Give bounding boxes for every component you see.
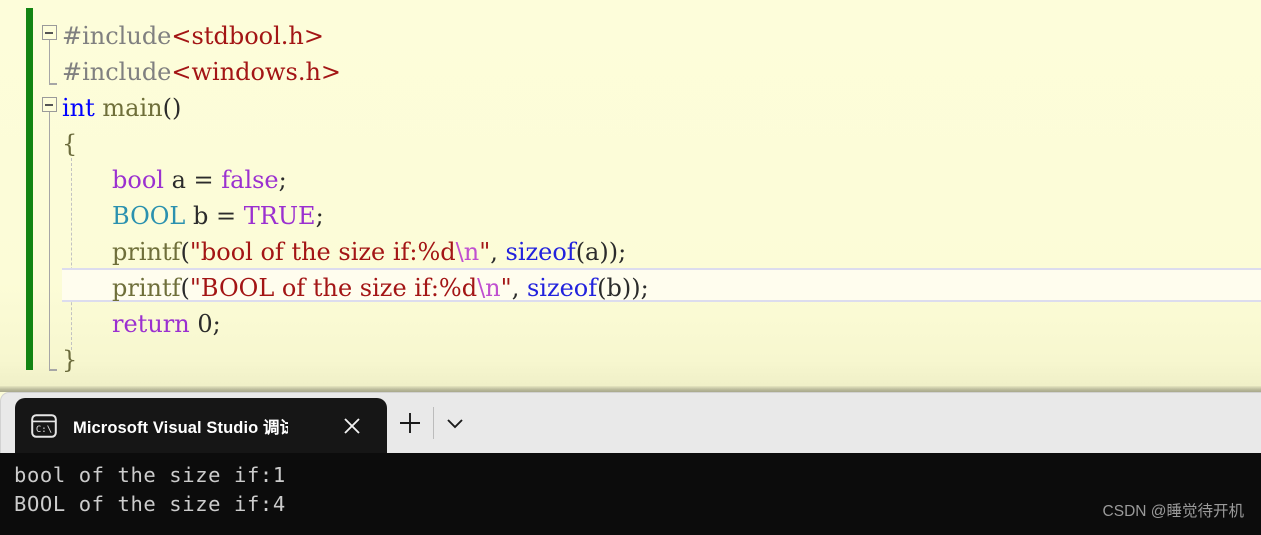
code-token: <stdbool.h> [171, 22, 324, 50]
code-token: \n [455, 238, 480, 266]
code-token: } [62, 346, 78, 374]
terminal-output-area[interactable]: bool of the size if:1 BOOL of the size i… [0, 453, 1261, 535]
code-token: ( [180, 274, 190, 302]
close-icon[interactable] [339, 413, 365, 439]
code-token: BOOL [112, 202, 186, 230]
terminal-titlebar: C:\ Microsoft Visual Studio 调试控 [0, 392, 1261, 454]
code-token: printf [112, 274, 181, 302]
terminal-tab-title: Microsoft Visual Studio 调试控 [73, 419, 288, 437]
code-token: <windows.h> [171, 58, 342, 86]
code-token: ; [278, 166, 287, 194]
code-token: printf [112, 238, 181, 266]
code-line[interactable]: printf("bool of the size if:%d\n", sizeo… [62, 234, 626, 270]
code-token: main [102, 94, 163, 122]
svg-text:C:\: C:\ [36, 425, 52, 435]
code-token: int [62, 94, 95, 122]
code-token: "BOOL of the size if:%d [189, 274, 478, 302]
code-line[interactable]: bool a = false; [62, 162, 287, 198]
code-token: () [162, 94, 182, 122]
console-cmd-icon: C:\ [31, 414, 57, 438]
code-token: false [221, 166, 279, 194]
toolbar-divider [433, 407, 434, 439]
terminal-window[interactable]: C:\ Microsoft Visual Studio 调试控 [0, 392, 1261, 535]
code-token: , [490, 238, 506, 266]
code-line[interactable]: printf("BOOL of the size if:%d\n", sizeo… [62, 270, 649, 306]
code-text-layer[interactable]: #include<stdbool.h> #include<windows.h> in… [0, 0, 1261, 392]
chevron-down-icon[interactable] [439, 406, 471, 440]
code-token: " [500, 274, 512, 302]
terminal-output-line: bool of the size if:1 [14, 463, 286, 487]
code-token: , [511, 274, 527, 302]
code-line[interactable]: return 0; [62, 306, 221, 342]
terminal-tab-active[interactable]: C:\ Microsoft Visual Studio 调试控 [15, 398, 387, 454]
code-token: ; [212, 310, 221, 338]
code-line[interactable]: } [62, 342, 77, 378]
code-token: (a)); [575, 238, 627, 266]
code-token: 0 [197, 310, 213, 338]
code-token: ( [180, 238, 190, 266]
code-token: #include [62, 22, 172, 50]
code-token: return [112, 310, 190, 338]
code-line[interactable]: #include<windows.h> [62, 54, 341, 90]
code-token: ; [315, 202, 324, 230]
code-line[interactable]: { [62, 126, 77, 162]
code-editor[interactable]: #include<stdbool.h> #include<windows.h> in… [0, 0, 1261, 392]
code-token: #include [62, 58, 172, 86]
code-token: TRUE [243, 202, 316, 230]
code-token: \n [477, 274, 501, 302]
code-token: sizeof [526, 274, 598, 302]
terminal-output-line: BOOL of the size if:4 [14, 492, 286, 516]
code-token: { [62, 130, 78, 158]
code-token: "bool of the size if:%d [189, 238, 456, 266]
code-token: sizeof [505, 238, 576, 266]
new-tab-button[interactable] [393, 406, 427, 440]
code-token: " [479, 238, 491, 266]
code-line[interactable]: int main() [62, 90, 181, 126]
code-token: (b)); [597, 274, 649, 302]
code-line[interactable]: #include<stdbool.h> [62, 18, 324, 54]
watermark-text: CSDN @睡觉待开机 [1102, 503, 1244, 520]
code-token: bool [112, 166, 164, 194]
code-line[interactable]: BOOL b = TRUE; [62, 198, 324, 234]
code-token: a = [163, 166, 222, 194]
code-token: b = [185, 202, 244, 230]
